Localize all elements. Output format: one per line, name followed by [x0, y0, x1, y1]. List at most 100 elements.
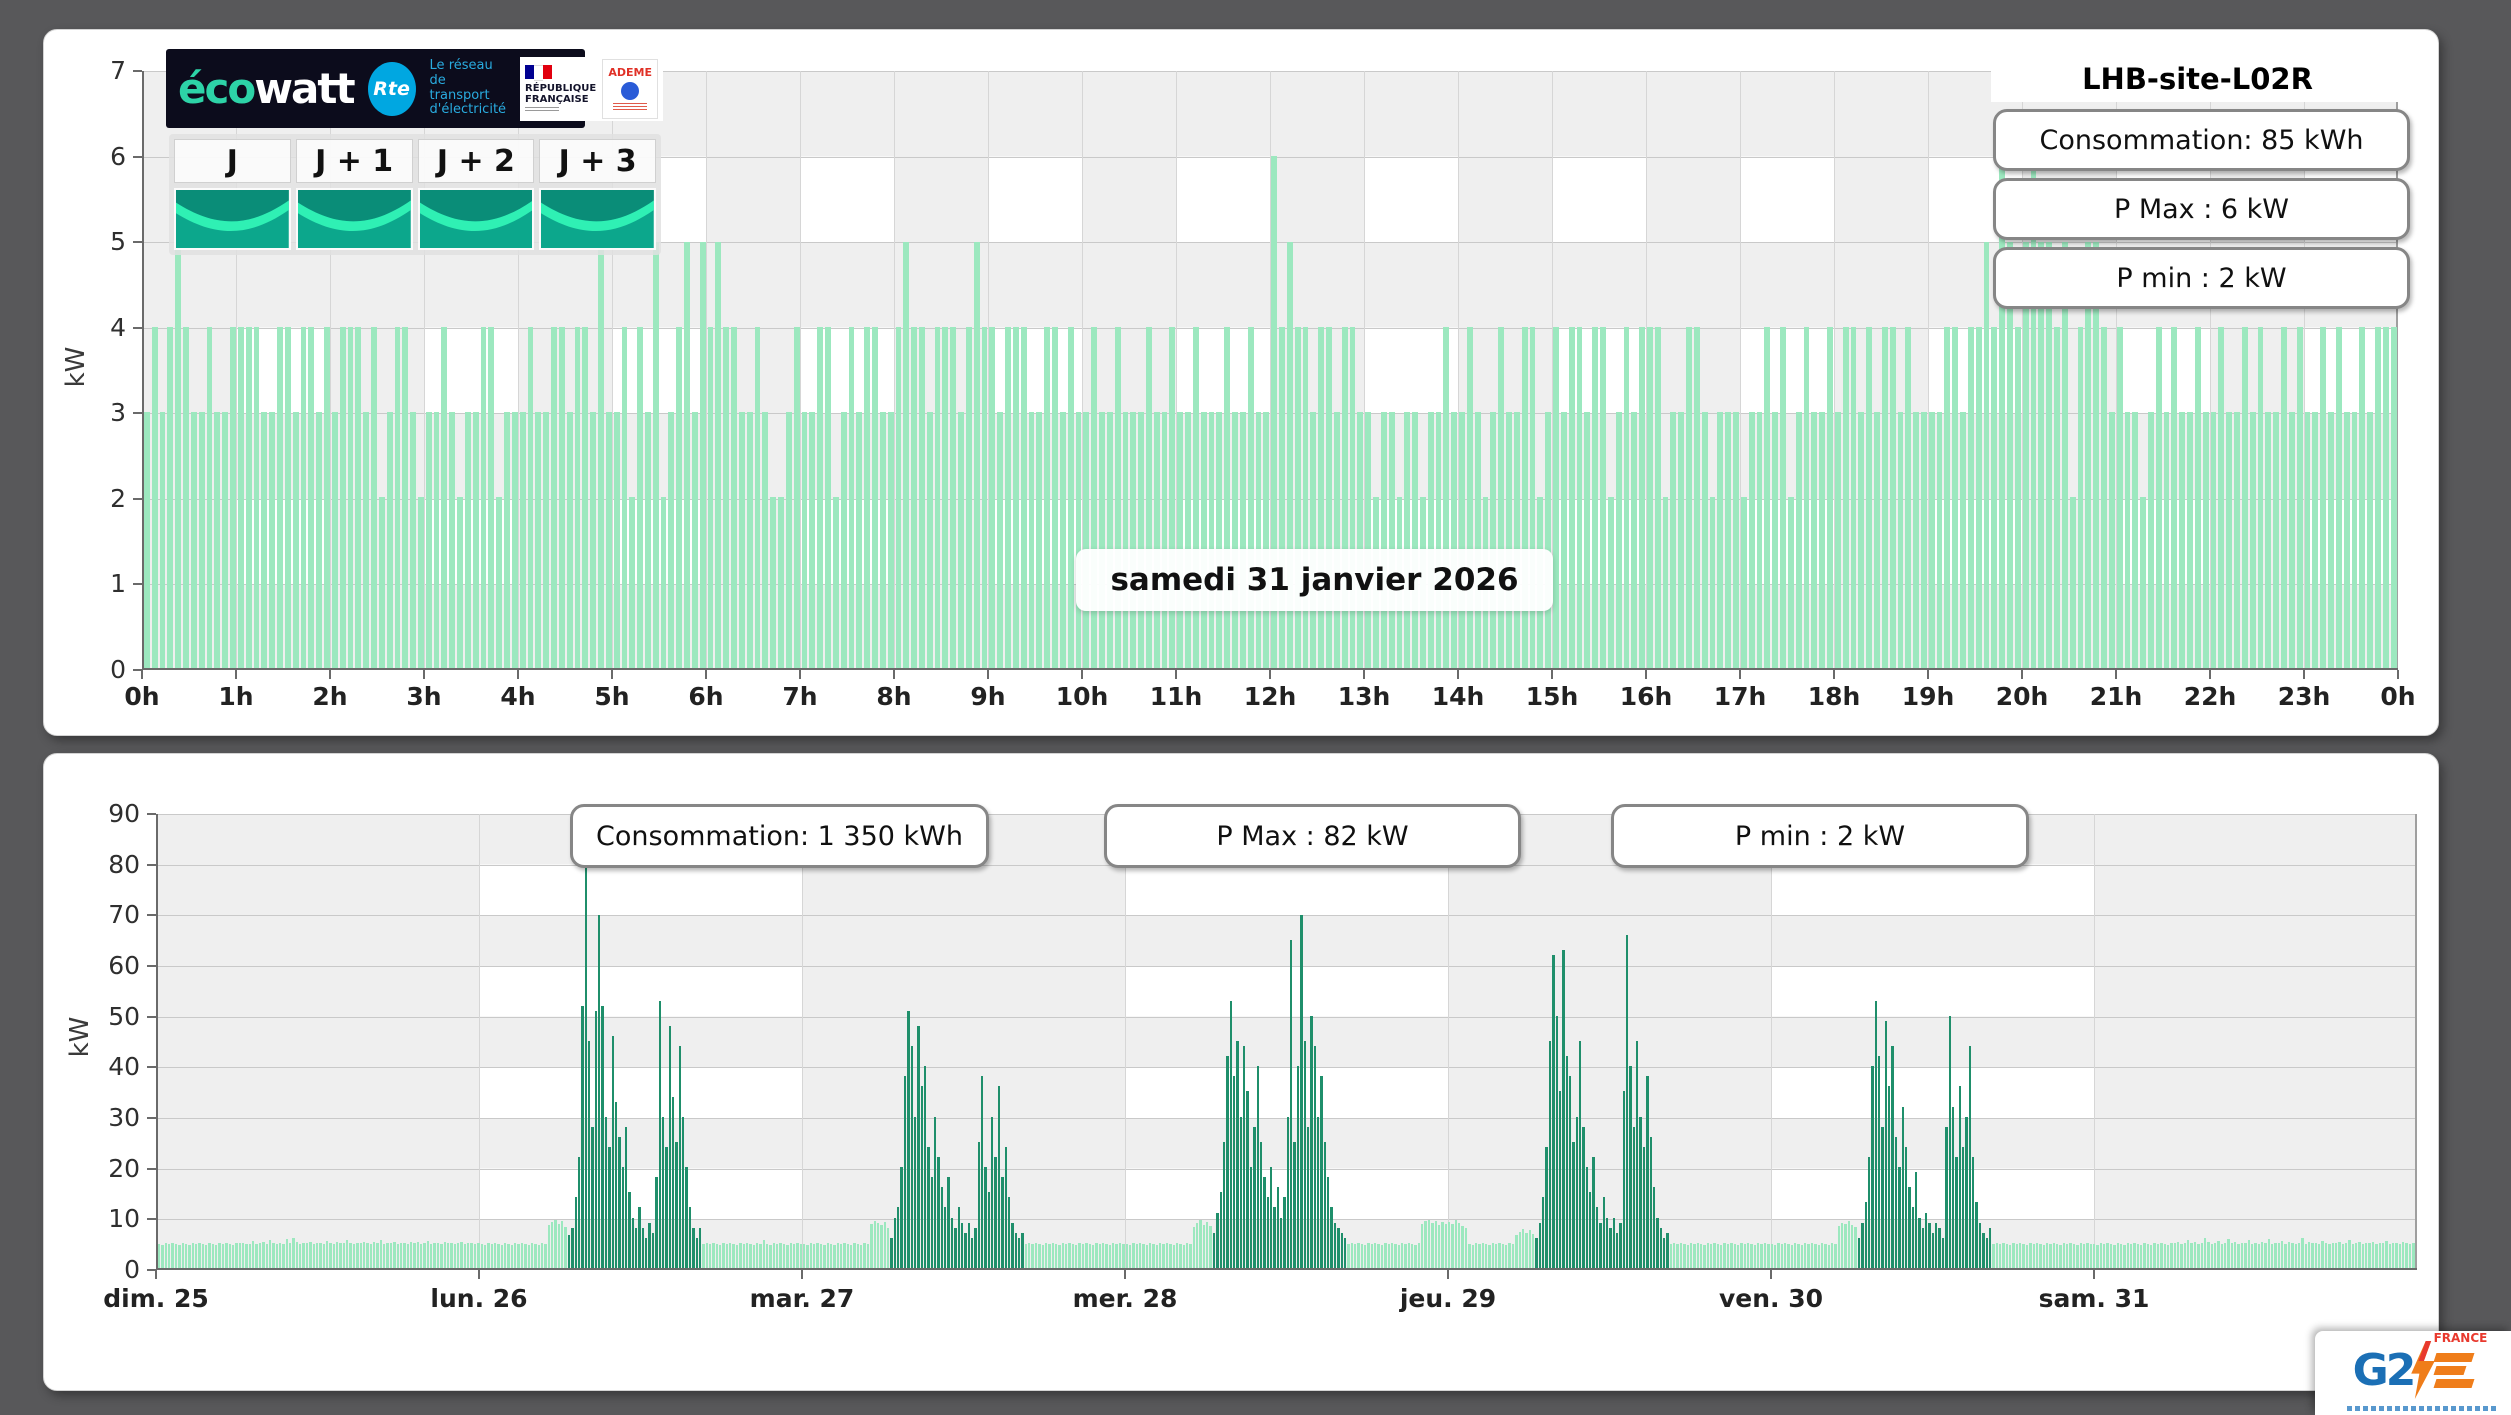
consumption-bar[interactable]	[1318, 326, 1325, 668]
consumption-bar[interactable]	[920, 1086, 923, 1268]
consumption-bar[interactable]	[1380, 1244, 1384, 1268]
consumption-bar[interactable]	[215, 1244, 218, 1268]
consumption-bar[interactable]	[1135, 1244, 1138, 1268]
consumption-bar[interactable]	[1820, 1243, 1824, 1268]
consumption-bar[interactable]	[856, 412, 863, 668]
consumption-bar[interactable]	[1185, 1243, 1189, 1268]
consumption-bar[interactable]	[762, 1240, 766, 1268]
consumption-bar[interactable]	[366, 1242, 369, 1268]
consumption-bar[interactable]	[715, 241, 722, 668]
consumption-bar[interactable]	[1508, 1243, 1511, 1268]
consumption-bar[interactable]	[2140, 1244, 2143, 1268]
consumption-bar[interactable]	[621, 326, 628, 668]
consumption-bar[interactable]	[1350, 1243, 1353, 1268]
consumption-bar[interactable]	[1928, 412, 1935, 668]
consumption-bar[interactable]	[989, 326, 996, 668]
consumption-bar[interactable]	[1302, 326, 1309, 668]
consumption-bar[interactable]	[1153, 412, 1160, 668]
consumption-bar[interactable]	[1666, 1232, 1669, 1268]
consumption-bar[interactable]	[1834, 1244, 1837, 1268]
consumption-bar[interactable]	[1834, 412, 1841, 668]
consumption-bar[interactable]	[2335, 326, 2342, 668]
consumption-bar[interactable]	[1538, 1222, 1542, 1268]
consumption-bar[interactable]	[1568, 326, 1575, 668]
consumption-bar[interactable]	[719, 1244, 722, 1268]
consumption-bar[interactable]	[819, 1243, 823, 1268]
consumption-bar[interactable]	[2390, 326, 2397, 668]
consumption-bar[interactable]	[2348, 1240, 2351, 1268]
consumption-bar[interactable]	[611, 1035, 614, 1268]
consumption-bar[interactable]	[1276, 1187, 1280, 1268]
consumption-bar[interactable]	[1341, 326, 1348, 668]
consumption-bar[interactable]	[386, 1242, 389, 1268]
consumption-bar[interactable]	[645, 1237, 648, 1268]
consumption-bar[interactable]	[1001, 1177, 1004, 1268]
consumption-bar[interactable]	[2072, 1243, 2076, 1268]
consumption-bar[interactable]	[1795, 412, 1802, 668]
consumption-bar[interactable]	[1824, 1243, 1827, 1268]
consumption-bar[interactable]	[732, 1243, 735, 1268]
consumption-bar[interactable]	[1985, 1237, 1988, 1268]
consumption-bar[interactable]	[457, 497, 463, 668]
consumption-bar[interactable]	[535, 412, 542, 668]
consumption-bar[interactable]	[530, 1243, 534, 1268]
consumption-bar[interactable]	[1960, 412, 1966, 668]
consumption-bar[interactable]	[1222, 1141, 1226, 1268]
consumption-bar[interactable]	[1928, 1222, 1931, 1268]
consumption-bar[interactable]	[551, 1221, 554, 1268]
consumption-bar[interactable]	[1803, 326, 1810, 668]
consumption-bar[interactable]	[1081, 1244, 1085, 1268]
consumption-bar[interactable]	[206, 326, 213, 668]
consumption-bar[interactable]	[1256, 1066, 1259, 1268]
consumption-bar[interactable]	[1306, 1126, 1310, 1268]
consumption-bar[interactable]	[1693, 1244, 1696, 1268]
consumption-bar[interactable]	[1114, 326, 1121, 668]
consumption-bar[interactable]	[2148, 412, 2154, 668]
consumption-bar[interactable]	[2163, 1243, 2166, 1268]
consumption-bar[interactable]	[860, 1244, 863, 1268]
consumption-bar[interactable]	[1967, 326, 1974, 668]
consumption-bar[interactable]	[682, 1116, 685, 1268]
consumption-bar[interactable]	[309, 1241, 312, 1268]
consumption-bar[interactable]	[618, 1136, 621, 1268]
consumption-bar[interactable]	[913, 1116, 917, 1268]
consumption-bar[interactable]	[1491, 1243, 1495, 1268]
consumption-bar[interactable]	[950, 326, 957, 668]
consumption-bar[interactable]	[1623, 326, 1630, 668]
consumption-bar[interactable]	[1945, 1126, 1948, 1268]
consumption-bar[interactable]	[1343, 1237, 1347, 1268]
consumption-bar[interactable]	[1585, 1167, 1589, 1268]
consumption-bar[interactable]	[2069, 1242, 2072, 1268]
consumption-bar[interactable]	[376, 1243, 379, 1268]
consumption-bar[interactable]	[772, 1243, 776, 1268]
consumption-bar[interactable]	[1434, 1220, 1437, 1268]
consumption-bar[interactable]	[1733, 412, 1739, 668]
consumption-bar[interactable]	[2273, 412, 2280, 668]
consumption-bar[interactable]	[1169, 326, 1176, 668]
consumption-bar[interactable]	[735, 1244, 739, 1268]
consumption-bar[interactable]	[211, 1243, 215, 1268]
consumption-bar[interactable]	[2351, 1243, 2355, 1268]
consumption-bar[interactable]	[2412, 1242, 2415, 1268]
consumption-bar[interactable]	[1716, 1243, 1720, 1268]
consumption-bar[interactable]	[379, 1239, 383, 1268]
consumption-bar[interactable]	[1961, 1146, 1965, 1268]
consumption-bar[interactable]	[792, 1244, 796, 1268]
consumption-bar[interactable]	[410, 412, 416, 668]
consumption-bar[interactable]	[1424, 1221, 1427, 1268]
consumption-bar[interactable]	[1988, 1227, 1992, 1268]
consumption-bar[interactable]	[1992, 1243, 1995, 1268]
consumption-bar[interactable]	[2296, 326, 2303, 668]
consumption-bar[interactable]	[2402, 1242, 2405, 1268]
consumption-bar[interactable]	[1720, 1244, 1723, 1268]
consumption-bar[interactable]	[1357, 1242, 1360, 1268]
consumption-bar[interactable]	[823, 1244, 826, 1268]
consumption-bar[interactable]	[1936, 412, 1943, 668]
consumption-bar[interactable]	[850, 1244, 853, 1268]
consumption-bar[interactable]	[1333, 1222, 1337, 1268]
consumption-bar[interactable]	[1149, 1243, 1152, 1268]
consumption-bar[interactable]	[1255, 412, 1262, 668]
consumption-bar[interactable]	[789, 1243, 792, 1268]
consumption-bar[interactable]	[712, 1242, 715, 1268]
consumption-bar[interactable]	[1357, 412, 1364, 668]
